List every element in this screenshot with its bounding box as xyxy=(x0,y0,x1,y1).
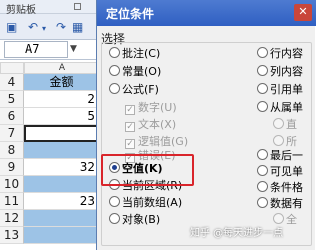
radio-icon[interactable] xyxy=(257,197,268,208)
option-dependents[interactable]: 从属单 xyxy=(257,100,303,116)
radio-icon[interactable] xyxy=(257,181,268,192)
radio-disabled-icon xyxy=(273,118,284,129)
row-header[interactable]: 9 xyxy=(0,159,24,176)
option-label: 引用单 xyxy=(270,83,303,96)
row-header[interactable]: 10 xyxy=(0,176,24,193)
radio-icon[interactable] xyxy=(109,47,120,58)
radio-icon[interactable] xyxy=(257,65,268,76)
option-label: 最后一 xyxy=(270,149,303,162)
option-objects[interactable]: 对象(B) xyxy=(109,212,160,228)
cell-a7-active[interactable] xyxy=(24,125,100,142)
row-header[interactable]: 6 xyxy=(0,108,24,125)
select-all-corner[interactable] xyxy=(0,62,24,74)
radio-icon[interactable] xyxy=(109,83,120,94)
cell-a12[interactable] xyxy=(24,210,100,227)
radio-icon[interactable] xyxy=(257,165,268,176)
checkbox-icon: ✓ xyxy=(125,122,135,132)
radio-icon[interactable] xyxy=(257,83,268,94)
row-header[interactable]: 13 xyxy=(0,227,24,244)
option-label: 当前数组(A) xyxy=(122,196,183,209)
option-column-differences[interactable]: 列内容 xyxy=(257,64,303,80)
cell-a8[interactable] xyxy=(24,142,100,159)
option-direct-only: 直 xyxy=(273,117,297,133)
red-highlight-box xyxy=(101,154,194,186)
option-formulas[interactable]: 公式(F) xyxy=(109,82,159,98)
option-label: 全 xyxy=(286,213,297,226)
option-current-array[interactable]: 当前数组(A) xyxy=(109,195,182,211)
worksheet: A 4 金额 5 2 6 5 7 8 9 32 10 11 23 12 13 xyxy=(0,62,100,250)
cell-a6[interactable]: 5 xyxy=(24,108,100,125)
row-header[interactable]: 4 xyxy=(0,74,24,91)
option-label: 数字(U) xyxy=(138,101,177,114)
cell-a10[interactable] xyxy=(24,176,100,193)
option-text: ✓ 文本(X) xyxy=(125,117,176,133)
dialog-titlebar[interactable]: 定位条件 ✕ xyxy=(97,0,316,26)
radio-disabled-icon xyxy=(273,135,284,146)
option-label: 逻辑值(G) xyxy=(138,135,189,148)
undo-icon[interactable]: ↶ xyxy=(28,20,38,34)
save-icon[interactable]: ▣ xyxy=(6,20,17,34)
go-to-special-dialog: 定位条件 ✕ 选择 批注(C) 常量(O) 公式(F) ✓ 数字(U) ✓ 文本(X… xyxy=(96,0,316,250)
option-conditional-formats[interactable]: 条件格 xyxy=(257,180,303,196)
option-label: 数据有 xyxy=(270,197,303,210)
row-header[interactable]: 7 xyxy=(0,125,24,142)
row-header[interactable]: 12 xyxy=(0,210,24,227)
cell-a4[interactable]: 金额 xyxy=(24,74,100,91)
radio-icon[interactable] xyxy=(257,149,268,160)
option-label: 直 xyxy=(286,118,297,131)
row-header[interactable]: 8 xyxy=(0,142,24,159)
dialog-launcher-icon[interactable] xyxy=(74,3,81,10)
option-label: 所 xyxy=(286,135,297,148)
close-icon[interactable]: ✕ xyxy=(294,4,312,21)
radio-icon[interactable] xyxy=(109,196,120,207)
option-constants[interactable]: 常量(O) xyxy=(109,64,161,80)
radio-icon[interactable] xyxy=(257,47,268,58)
quick-access-toolbar: ▣ ↶ ▾ ↷ ▦ xyxy=(0,14,100,40)
cell-a5[interactable]: 2 xyxy=(24,91,100,108)
radio-disabled-icon xyxy=(273,213,284,224)
redo-icon[interactable]: ↷ xyxy=(56,20,66,34)
column-header-a[interactable]: A xyxy=(24,62,100,74)
option-label: 批注(C) xyxy=(122,47,161,60)
option-label: 对象(B) xyxy=(122,213,161,226)
cell-a11[interactable]: 23 xyxy=(24,193,100,210)
table-icon[interactable]: ▦ xyxy=(72,20,83,34)
name-box[interactable]: A7 xyxy=(4,41,68,58)
option-label: 可见单 xyxy=(270,165,303,178)
watermark-text: 知乎 @每天进步一点 xyxy=(190,228,284,239)
option-label: 从属单 xyxy=(270,101,303,114)
undo-dropdown-icon[interactable]: ▾ xyxy=(42,24,46,33)
cell-a9[interactable]: 32 xyxy=(24,159,100,176)
option-precedents[interactable]: 引用单 xyxy=(257,82,303,98)
radio-icon[interactable] xyxy=(257,101,268,112)
option-label: 行内容 xyxy=(270,47,303,60)
cell-a13[interactable] xyxy=(24,227,100,244)
option-visible-cells[interactable]: 可见单 xyxy=(257,164,303,180)
option-label: 列内容 xyxy=(270,65,303,78)
row-header[interactable]: 11 xyxy=(0,193,24,210)
dialog-title: 定位条件 xyxy=(106,7,155,21)
option-label: 常量(O) xyxy=(122,65,162,78)
option-label: 公式(F) xyxy=(122,83,159,96)
option-label: 条件格 xyxy=(270,181,303,194)
name-box-bar: A7 ▼ xyxy=(0,40,100,60)
option-label: 文本(X) xyxy=(138,118,177,131)
radio-icon[interactable] xyxy=(109,65,120,76)
option-row-differences[interactable]: 行内容 xyxy=(257,46,303,62)
radio-icon[interactable] xyxy=(109,213,120,224)
ribbon-clipboard-group: 剪贴板 xyxy=(0,0,100,16)
option-comments[interactable]: 批注(C) xyxy=(109,46,160,62)
name-box-dropdown-icon[interactable]: ▼ xyxy=(70,44,77,54)
option-data-validation[interactable]: 数据有 xyxy=(257,196,303,212)
option-numbers: ✓ 数字(U) xyxy=(125,100,177,116)
row-header[interactable]: 5 xyxy=(0,91,24,108)
option-last-cell[interactable]: 最后一 xyxy=(257,148,303,164)
checkbox-icon: ✓ xyxy=(125,105,135,115)
